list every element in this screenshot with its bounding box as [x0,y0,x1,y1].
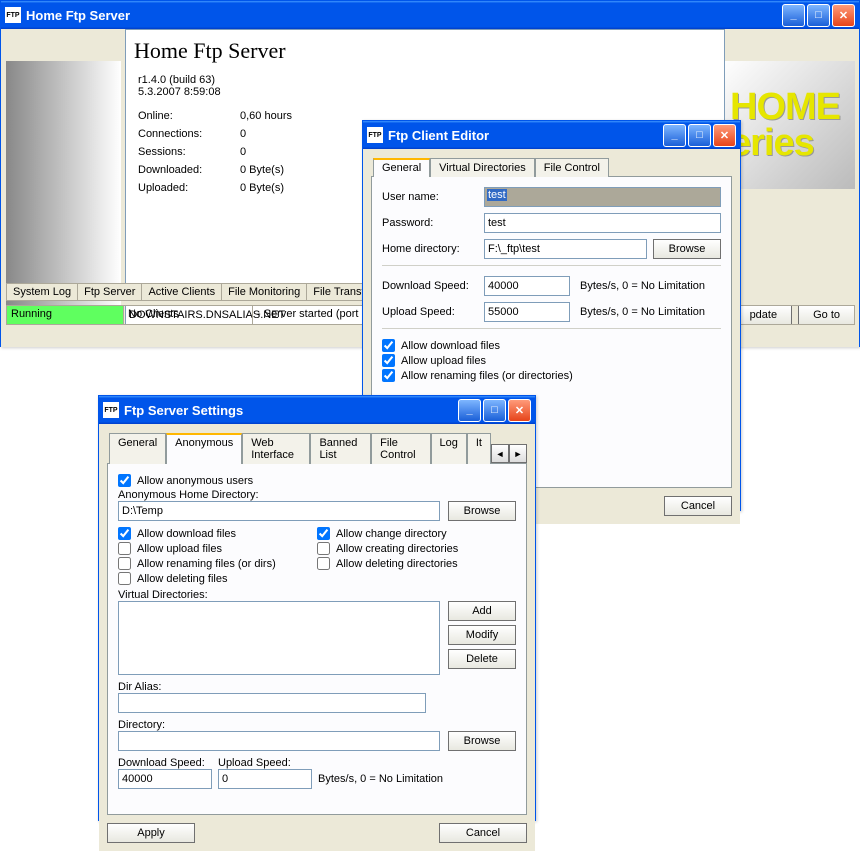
maximize-button[interactable]: □ [688,124,711,147]
allow-upload-checkbox[interactable] [382,354,395,367]
decorative-gradient [6,61,121,305]
modify-button[interactable]: Modify [448,625,516,645]
tab-activeclients[interactable]: Active Clients [141,283,222,301]
allow-download-checkbox[interactable] [382,339,395,352]
connections-label: Connections: [138,128,240,140]
browse-button[interactable]: Browse [653,239,721,259]
close-button[interactable]: ✕ [713,124,736,147]
tab-ftpserver[interactable]: Ftp Server [77,283,142,301]
tab-general[interactable]: General [109,433,166,464]
tab-webinterface[interactable]: Web Interface [242,433,310,464]
directory-input[interactable] [118,731,440,751]
downloaded-value: 0 Byte(s) [240,164,284,176]
version-text: r1.4.0 (build 63) [138,74,718,86]
add-button[interactable]: Add [448,601,516,621]
allow-rename-checkbox[interactable] [118,557,131,570]
directory-label: Directory: [118,719,516,731]
tab-filemonitoring[interactable]: File Monitoring [221,283,307,301]
online-label: Online: [138,110,240,122]
tab-systemlog[interactable]: System Log [6,283,78,301]
status-running: Running [6,305,124,325]
browse-button[interactable]: Browse [448,501,516,521]
virtual-dirs-list[interactable] [118,601,440,675]
allow-anon-checkbox[interactable] [118,474,131,487]
ulspeed-label: Upload Speed: [218,757,312,769]
maximize-button[interactable]: □ [807,4,830,27]
cancel-button[interactable]: Cancel [439,823,527,843]
homedir-input[interactable] [484,239,647,259]
bytes-hint: Bytes/s, 0 = No Limitation [580,280,705,292]
homedir-label: Home directory: [382,243,484,255]
alias-label: Dir Alias: [118,681,516,693]
settings-window-title: Ftp Server Settings [124,403,243,418]
ulspeed-input[interactable] [484,302,570,322]
alias-input[interactable] [118,693,426,713]
anon-home-label: Anonymous Home Directory: [118,489,516,501]
tab-virtualdirs[interactable]: Virtual Directories [430,158,535,177]
apply-button[interactable]: Apply [107,823,195,843]
tab-bannedlist[interactable]: Banned List [310,433,371,464]
vdir-label: Virtual Directories: [118,589,516,601]
downloaded-label: Downloaded: [138,164,240,176]
tab-more[interactable]: It [467,433,491,464]
bytes-hint: Bytes/s, 0 = No Limitation [580,306,705,318]
dlspeed-label: Download Speed: [382,280,484,292]
tab-scroll-left-icon[interactable]: ◄ [491,444,509,463]
allow-download-checkbox[interactable] [118,527,131,540]
logo-graphic: HOMEeries [722,61,855,189]
server-settings-window: FTP Ftp Server Settings _ □ ✕ General An… [98,395,536,821]
tab-anonymous[interactable]: Anonymous [166,433,242,464]
online-value: 0,60 hours [240,110,292,122]
allow-upload-checkbox[interactable] [118,542,131,555]
dlspeed-label: Download Speed: [118,757,212,769]
anon-home-input[interactable] [118,501,440,521]
sessions-value: 0 [240,146,246,158]
tab-general[interactable]: General [373,158,430,177]
app-icon: FTP [5,7,21,23]
settings-titlebar[interactable]: FTP Ftp Server Settings _ □ ✕ [99,396,535,424]
tab-filecontrol[interactable]: File Control [535,158,609,177]
build-time: 5.3.2007 8:59:08 [138,86,718,98]
username-input[interactable]: test [487,189,507,201]
page-title: Home Ftp Server [134,38,718,64]
tab-log[interactable]: Log [431,433,467,464]
dlspeed-input[interactable] [118,769,212,789]
allow-delete-dir-checkbox[interactable] [317,557,330,570]
password-input[interactable] [484,213,721,233]
minimize-button[interactable]: _ [782,4,805,27]
allow-delete-files-checkbox[interactable] [118,572,131,585]
allow-change-dir-checkbox[interactable] [317,527,330,540]
client-titlebar[interactable]: FTP Ftp Client Editor _ □ ✕ [363,121,740,149]
ulspeed-input[interactable] [218,769,312,789]
main-titlebar[interactable]: FTP Home Ftp Server _ □ ✕ [1,1,859,29]
sessions-label: Sessions: [138,146,240,158]
maximize-button[interactable]: □ [483,399,506,422]
client-tabbar: General Virtual Directories File Control [371,157,732,177]
dlspeed-input[interactable] [484,276,570,296]
cancel-button[interactable]: Cancel [664,496,732,516]
allow-rename-checkbox[interactable] [382,369,395,382]
connections-value: 0 [240,128,246,140]
delete-button[interactable]: Delete [448,649,516,669]
password-label: Password: [382,217,484,229]
app-icon: FTP [367,127,383,143]
minimize-button[interactable]: _ [663,124,686,147]
close-button[interactable]: ✕ [508,399,531,422]
client-window-title: Ftp Client Editor [388,128,489,143]
close-button[interactable]: ✕ [832,4,855,27]
browse-button[interactable]: Browse [448,731,516,751]
uploaded-label: Uploaded: [138,182,240,194]
tab-scroll-right-icon[interactable]: ► [509,444,527,463]
bytes-hint: Bytes/s, 0 = No Limitation [318,773,443,789]
status-clients: No Clients [123,305,253,325]
app-icon: FTP [103,402,119,418]
minimize-button[interactable]: _ [458,399,481,422]
allow-create-dir-checkbox[interactable] [317,542,330,555]
username-label: User name: [382,191,484,203]
window-title: Home Ftp Server [26,8,130,23]
uploaded-value: 0 Byte(s) [240,182,284,194]
tab-filecontrol[interactable]: File Control [371,433,430,464]
ulspeed-label: Upload Speed: [382,306,484,318]
settings-tabbar: General Anonymous Web Interface Banned L… [107,432,491,463]
